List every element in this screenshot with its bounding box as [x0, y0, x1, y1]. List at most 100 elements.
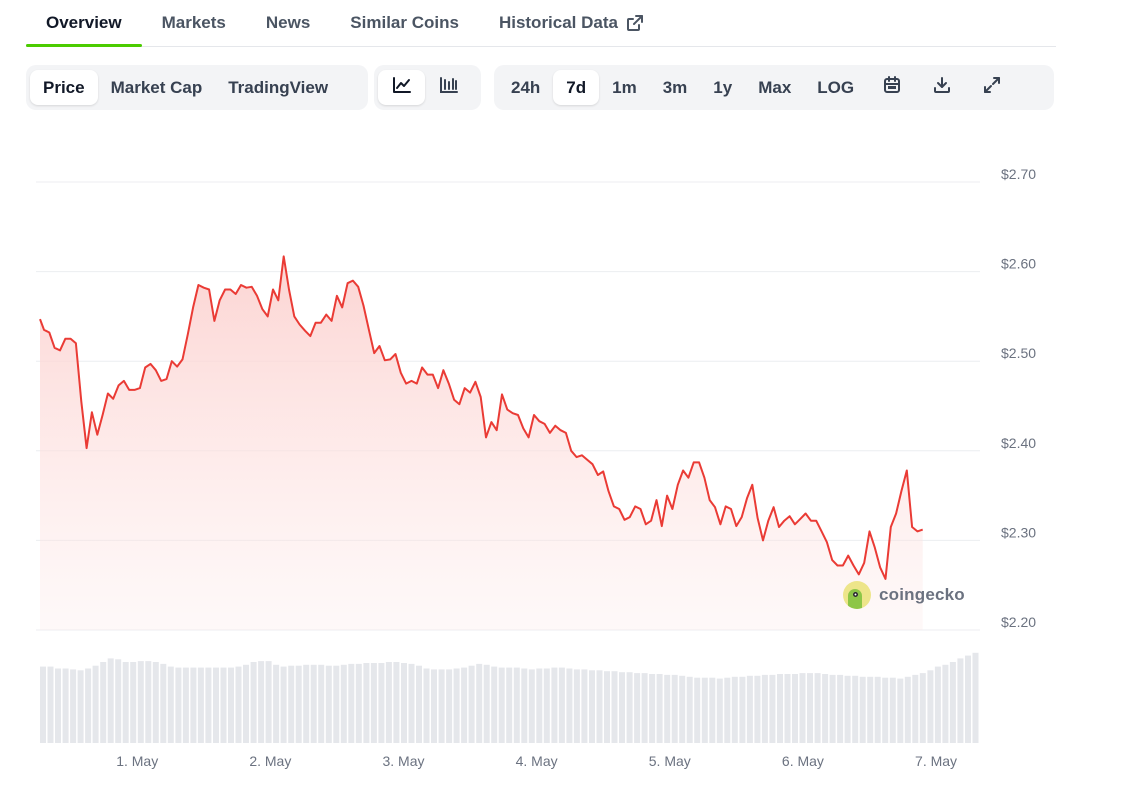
volume-bar	[701, 677, 708, 743]
range-1y-button[interactable]: 1y	[700, 70, 745, 105]
tab-news[interactable]: News	[246, 0, 330, 46]
coingecko-watermark: coingecko	[843, 581, 965, 609]
download-button[interactable]	[917, 70, 967, 105]
volume-bar	[273, 664, 280, 743]
volume-bar	[228, 667, 234, 743]
market-cap-button[interactable]: Market Cap	[98, 70, 216, 105]
volume-bar	[325, 665, 332, 743]
volume-bar	[694, 677, 701, 743]
volume-bar	[378, 663, 385, 743]
price-button[interactable]: Price	[30, 70, 98, 105]
range-3m-button[interactable]: 3m	[650, 70, 701, 105]
volume-bar	[934, 666, 941, 743]
volume-bar	[957, 658, 964, 743]
volume-bar	[431, 669, 437, 743]
volume-bar	[205, 667, 212, 743]
volume-bar	[844, 675, 851, 743]
range-24h-button[interactable]: 24h	[498, 70, 553, 105]
volume-bar	[333, 665, 340, 743]
candlestick-chart-button[interactable]	[425, 70, 472, 105]
volume-bar	[115, 659, 122, 743]
volume-bar	[829, 674, 836, 743]
volume-bar	[626, 672, 633, 743]
volume-bar	[558, 667, 565, 743]
x-tick-label: 2. May	[249, 753, 291, 769]
volume-bar	[649, 674, 656, 743]
volume-bar	[167, 666, 174, 743]
time-range-group: 24h 7d 1m 3m 1y Max LOG	[494, 65, 1054, 110]
range-7d-button[interactable]: 7d	[553, 70, 600, 105]
volume-bar	[190, 667, 197, 743]
volume-bar	[40, 666, 46, 743]
volume-bar	[85, 668, 92, 743]
volume-bar	[175, 667, 182, 743]
volume-bar	[288, 665, 295, 743]
coingecko-logo-icon	[843, 581, 871, 609]
volume-bar	[92, 665, 99, 743]
range-max-button[interactable]: Max	[745, 70, 804, 105]
volume-bar	[446, 669, 453, 743]
tab-label: Markets	[161, 13, 226, 32]
volume-bar	[468, 665, 475, 743]
volume-bar	[942, 664, 949, 743]
x-axis-labels: 1. May 2. May 3. May 4. May 5. May 6. May 7. M…	[116, 753, 957, 769]
volume-bar	[220, 667, 227, 743]
volume-bar	[55, 668, 61, 743]
tab-overview[interactable]: Overview	[26, 0, 142, 47]
y-tick-label: $2.30	[1001, 524, 1036, 540]
volume-bar	[77, 670, 84, 743]
volume-bar	[543, 668, 550, 743]
volume-bar	[859, 676, 866, 743]
volume-bar	[453, 668, 460, 743]
volume-bar	[265, 661, 272, 743]
volume-bar	[837, 674, 844, 743]
volume-bar	[889, 677, 896, 743]
tab-label: Overview	[46, 13, 122, 32]
volume-bar	[919, 673, 926, 743]
volume-bar	[498, 667, 505, 743]
volume-bar	[107, 658, 114, 743]
y-axis-labels: $2.70 $2.60 $2.50 $2.40 $2.30 $2.20	[1001, 166, 1036, 630]
volume-bar	[897, 678, 904, 743]
volume-bar	[355, 663, 362, 743]
volume-bar	[814, 673, 821, 743]
tradingview-button[interactable]: TradingView	[215, 70, 341, 105]
volume-bar	[310, 664, 317, 743]
volume-bar	[611, 671, 618, 743]
volume-bar	[47, 666, 54, 743]
volume-bar	[619, 672, 625, 743]
volume-bar	[235, 666, 242, 743]
external-link-icon	[626, 14, 644, 32]
volume-bar	[423, 668, 430, 743]
volume-bar	[656, 674, 663, 743]
volume-bar	[664, 674, 671, 743]
volume-bar	[145, 661, 152, 743]
volume-bar	[295, 665, 302, 743]
fullscreen-button[interactable]	[967, 70, 1017, 105]
volume-bar	[769, 674, 776, 743]
tab-markets[interactable]: Markets	[142, 0, 246, 46]
volume-bar	[679, 675, 686, 743]
volume-bar	[777, 674, 783, 743]
volume-bar	[912, 674, 919, 743]
volume-bar	[348, 663, 355, 743]
watermark-text: coingecko	[879, 585, 965, 604]
tab-label: Historical Data	[498, 13, 618, 32]
volume-bar	[416, 665, 422, 743]
calendar-button[interactable]	[867, 70, 917, 105]
volume-bar	[551, 667, 558, 743]
volume-bar	[438, 669, 445, 743]
tab-historical-data[interactable]: Historical Data	[479, 0, 664, 46]
x-tick-label: 1. May	[116, 753, 158, 769]
volume-bar	[581, 669, 588, 743]
log-scale-button[interactable]: LOG	[804, 70, 867, 105]
line-chart-button[interactable]	[378, 70, 425, 105]
x-tick-label: 6. May	[782, 753, 824, 769]
volume-bar	[746, 675, 753, 743]
tab-label: Similar Coins	[350, 13, 459, 32]
range-1m-button[interactable]: 1m	[599, 70, 650, 105]
volume-bar	[491, 666, 498, 743]
tab-similar-coins[interactable]: Similar Coins	[330, 0, 479, 46]
y-tick-label: $2.40	[1001, 435, 1036, 451]
volume-bar	[62, 668, 69, 743]
